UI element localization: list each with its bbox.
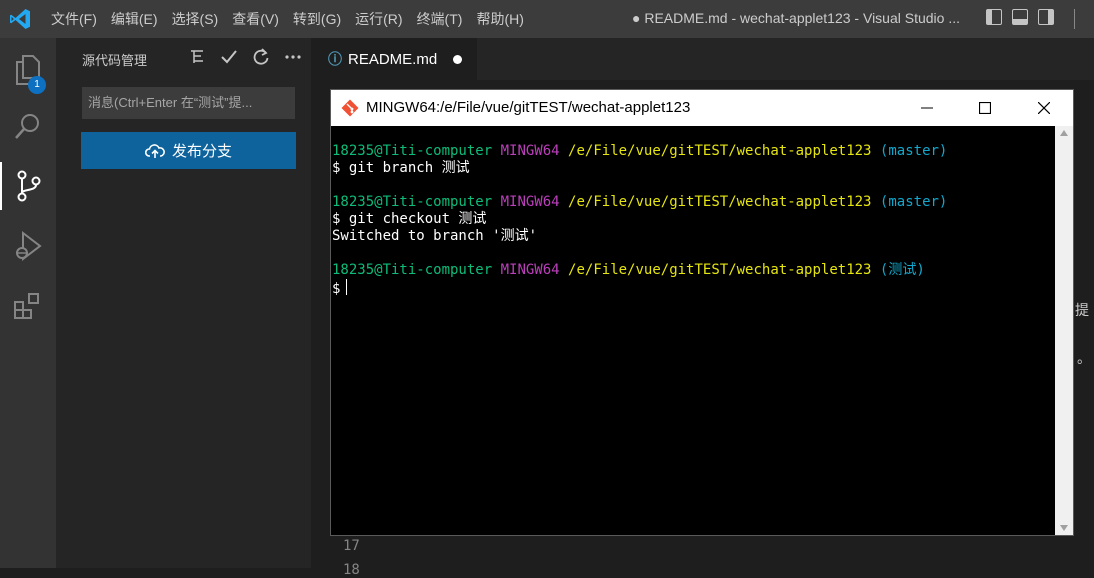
- git-branch: (master): [879, 194, 948, 210]
- refresh-icon[interactable]: [250, 46, 272, 68]
- source-control-panel: 源代码管理 消息(Ctrl+Enter 在“测试”提... 发布分支: [56, 38, 311, 568]
- maximize-button[interactable]: [962, 90, 1008, 126]
- title-bar: 文件(F) 编辑(E) 选择(S) 查看(V) 转到(G) 运行(R) 终端(T…: [0, 0, 1094, 38]
- window-title: ● README.md - wechat-applet123 - Visual …: [632, 10, 961, 26]
- user-host: 18235@Titi-computer: [332, 143, 493, 159]
- cwd-path: /e/File/vue/gitTEST/wechat-applet123: [568, 194, 872, 210]
- publish-branch-label: 发布分支: [171, 143, 232, 160]
- view-as-tree-icon[interactable]: [186, 46, 208, 68]
- title-divider: [1074, 9, 1075, 29]
- prompt-line: 18235@Titi-computer MINGW64 /e/File/vue/…: [332, 262, 947, 279]
- cloud-upload-icon: [144, 143, 165, 158]
- commit-check-icon[interactable]: [218, 46, 240, 68]
- commit-message-input[interactable]: 消息(Ctrl+Enter 在“测试”提...: [82, 87, 295, 119]
- terminal-title: MINGW64:/e/File/vue/gitTEST/wechat-apple…: [366, 99, 691, 116]
- prompt-line: 18235@Titi-computer MINGW64 /e/File/vue/…: [332, 143, 947, 160]
- terminal-title-bar[interactable]: MINGW64:/e/File/vue/gitTEST/wechat-apple…: [331, 90, 1073, 126]
- menu-go[interactable]: 转到(G): [293, 0, 341, 38]
- menu-edit[interactable]: 编辑(E): [111, 0, 158, 38]
- git-branch: (测试): [879, 262, 925, 278]
- cwd-path: /e/File/vue/gitTEST/wechat-applet123: [568, 262, 872, 278]
- git-bash-icon: [341, 99, 359, 117]
- panel-actions: [176, 46, 304, 68]
- minimize-button[interactable]: [904, 90, 950, 126]
- editor-text-fragment: 提: [1075, 302, 1089, 318]
- layout-controls: [986, 9, 1064, 25]
- input-line: $: [332, 279, 947, 298]
- menu-run[interactable]: 运行(R): [355, 0, 402, 38]
- toggle-secondary-sidebar-icon[interactable]: [1038, 9, 1054, 25]
- menu-view[interactable]: 查看(V): [232, 0, 279, 38]
- terminal-output[interactable]: 18235@Titi-computer MINGW64 /e/File/vue/…: [332, 143, 947, 298]
- scroll-up-icon[interactable]: [1060, 130, 1068, 136]
- line-number: 18: [343, 562, 360, 578]
- terminal-scrollbar[interactable]: [1055, 126, 1073, 535]
- text-cursor: [346, 279, 348, 295]
- markdown-file-icon: ⓘ: [328, 51, 342, 67]
- env-name: MINGW64: [500, 194, 560, 210]
- git-branch: (master): [879, 143, 948, 159]
- toggle-sidebar-icon[interactable]: [986, 9, 1002, 25]
- user-host: 18235@Titi-computer: [332, 194, 493, 210]
- run-debug-icon[interactable]: [0, 222, 56, 270]
- command-line: $ git checkout 测试: [332, 211, 487, 227]
- cwd-path: /e/File/vue/gitTEST/wechat-applet123: [568, 143, 872, 159]
- vscode-logo-icon: [10, 9, 30, 29]
- explorer-icon[interactable]: 1: [0, 46, 56, 94]
- editor-tabs: ⓘ README.md: [311, 38, 1094, 80]
- editor-text-fragment: 。: [1077, 350, 1091, 366]
- command-line: $ git branch 测试: [332, 160, 470, 176]
- unsaved-dot-icon[interactable]: [453, 54, 463, 64]
- tab-label: README.md: [348, 50, 438, 68]
- tab-readme[interactable]: ⓘ README.md: [311, 38, 477, 80]
- menu-bar: 文件(F) 编辑(E) 选择(S) 查看(V) 转到(G) 运行(R) 终端(T…: [51, 0, 538, 38]
- env-name: MINGW64: [500, 143, 560, 159]
- publish-branch-button[interactable]: 发布分支: [81, 132, 296, 169]
- user-host: 18235@Titi-computer: [332, 262, 493, 278]
- menu-selection[interactable]: 选择(S): [172, 0, 219, 38]
- prompt-line: 18235@Titi-computer MINGW64 /e/File/vue/…: [332, 194, 947, 211]
- toggle-panel-icon[interactable]: [1012, 9, 1028, 25]
- menu-help[interactable]: 帮助(H): [476, 0, 523, 38]
- menu-file[interactable]: 文件(F): [51, 0, 97, 38]
- output-line: Switched to branch '测试': [332, 228, 538, 244]
- extensions-icon[interactable]: [0, 282, 56, 330]
- menu-terminal[interactable]: 终端(T): [417, 0, 463, 38]
- env-name: MINGW64: [500, 262, 560, 278]
- prompt-symbol: $: [332, 281, 341, 297]
- more-actions-icon[interactable]: [282, 46, 304, 68]
- activity-bar: 1: [0, 38, 56, 568]
- explorer-badge: 1: [28, 76, 46, 94]
- line-number: 17: [343, 538, 360, 554]
- scroll-down-icon[interactable]: [1060, 525, 1068, 531]
- search-icon[interactable]: [0, 102, 56, 150]
- close-button[interactable]: [1021, 90, 1067, 126]
- source-control-icon[interactable]: [0, 162, 56, 210]
- panel-title: 源代码管理: [82, 53, 148, 68]
- mingw-terminal-window[interactable]: MINGW64:/e/File/vue/gitTEST/wechat-apple…: [330, 89, 1074, 536]
